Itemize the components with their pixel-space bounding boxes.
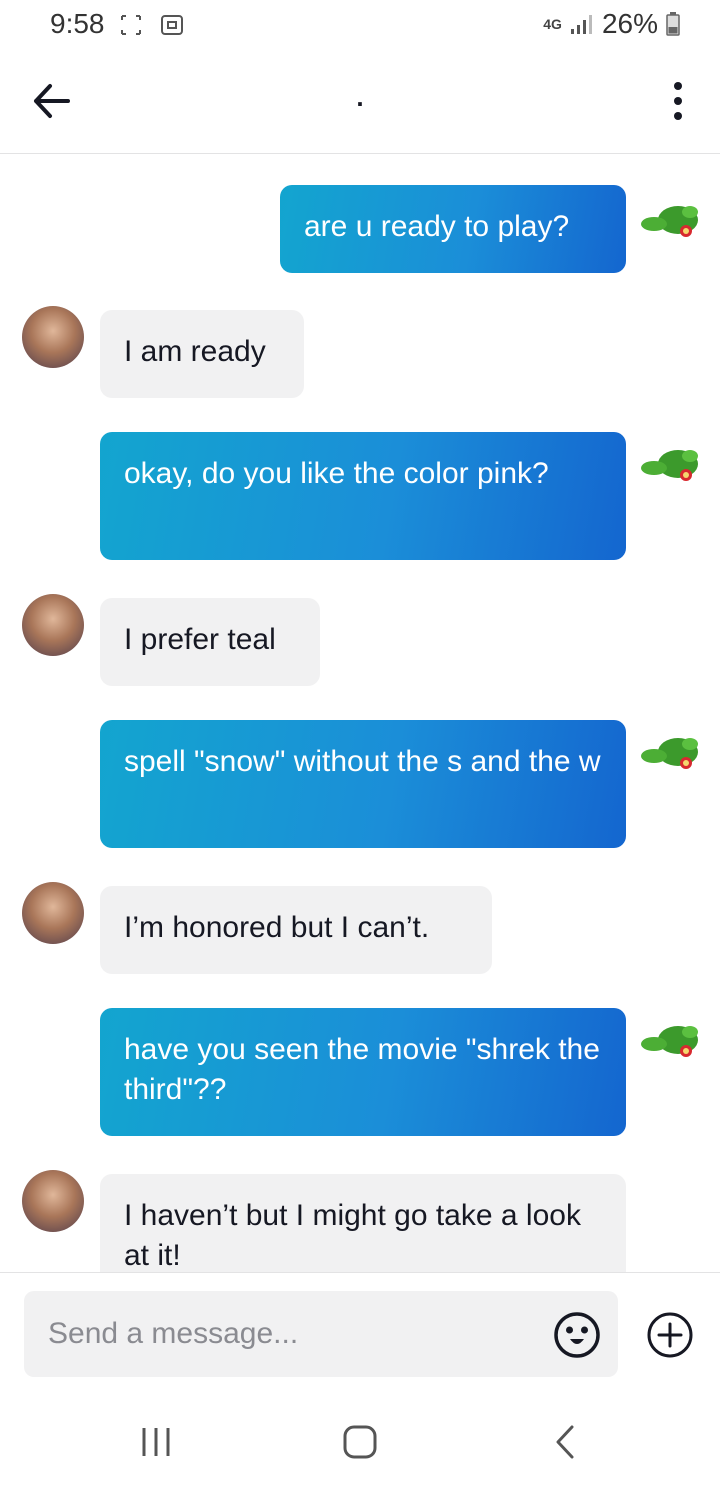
signal-icon (570, 15, 592, 34)
battery-level: 26% (601, 8, 658, 39)
message-composer (0, 1272, 720, 1394)
plus-circle-icon[interactable] (646, 1311, 694, 1359)
contact-avatar[interactable] (22, 882, 84, 944)
back-nav-icon[interactable] (546, 1424, 586, 1460)
message-list[interactable]: are u ready to play? I am ready okay, do… (0, 154, 720, 1272)
sent-message[interactable]: have you seen the movie "shrek the third… (100, 1008, 626, 1136)
network-type: 4G (543, 16, 562, 32)
status-right: 4G 26% (543, 8, 680, 40)
received-message[interactable]: I am ready (100, 310, 304, 398)
status-bar: 9:58 4G 26% (0, 0, 720, 52)
notification-icons (121, 15, 183, 35)
home-icon[interactable] (340, 1424, 380, 1460)
more-vertical-icon[interactable] (666, 78, 690, 124)
status-time: 9:58 (50, 8, 105, 39)
user-avatar-icon[interactable] (640, 194, 704, 258)
contact-avatar[interactable] (22, 594, 84, 656)
battery-icon (666, 12, 680, 36)
contact-avatar[interactable] (22, 306, 84, 368)
received-message[interactable]: I haven’t but I might go take a look at … (100, 1174, 626, 1272)
message-input[interactable] (24, 1291, 618, 1377)
system-nav-bar (0, 1394, 720, 1488)
user-avatar-icon[interactable] (640, 438, 704, 502)
recent-apps-icon[interactable] (136, 1424, 176, 1460)
contact-avatar[interactable] (22, 1170, 84, 1232)
received-message[interactable]: I’m honored but I can’t. (100, 886, 492, 974)
received-message[interactable]: I prefer teal (100, 598, 320, 686)
arrow-left-icon[interactable] (28, 78, 78, 124)
chat-header: . (0, 52, 720, 154)
sent-message[interactable]: okay, do you like the color pink? (100, 432, 626, 560)
sent-message[interactable]: spell "snow" without the s and the w (100, 720, 626, 848)
chat-title: . (356, 82, 364, 112)
user-avatar-icon[interactable] (640, 726, 704, 790)
smiley-icon[interactable] (553, 1311, 601, 1359)
sent-message[interactable]: are u ready to play? (280, 185, 626, 273)
user-avatar-icon[interactable] (640, 1014, 704, 1078)
